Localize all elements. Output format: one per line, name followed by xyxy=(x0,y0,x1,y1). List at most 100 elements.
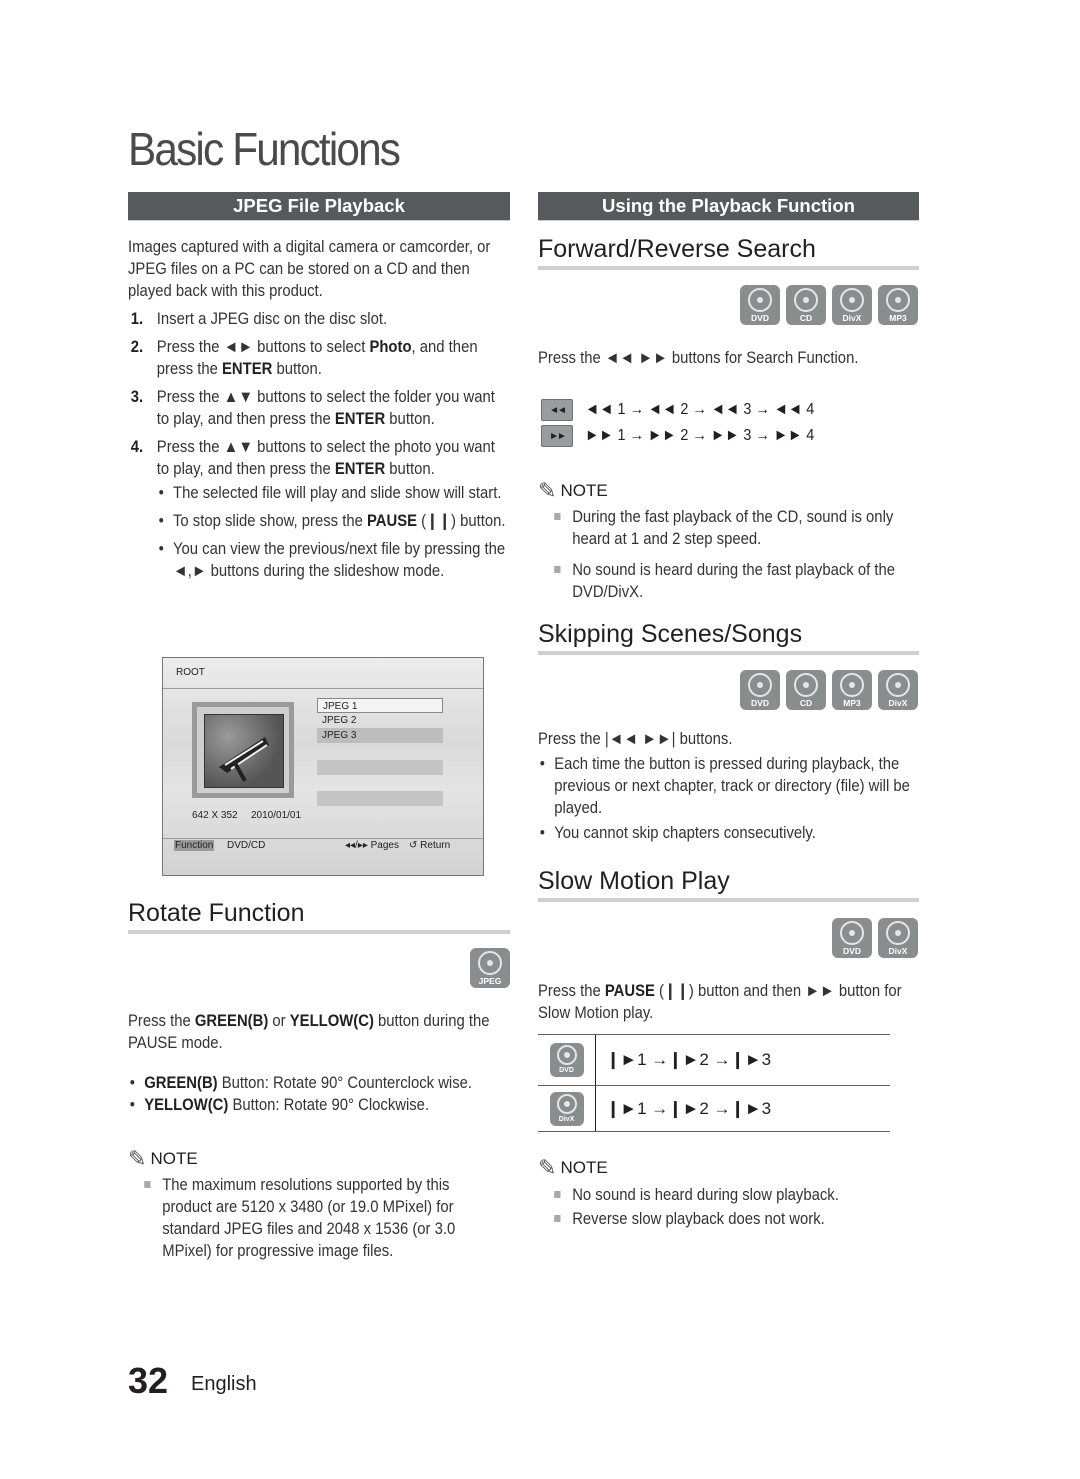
osd-empty-slot xyxy=(317,760,443,775)
forward-reverse-search-heading: Forward/Reverse Search xyxy=(538,234,919,270)
bullet-item: You cannot skip chapters consecutively. xyxy=(538,822,921,844)
skip-bullets: Each time the button is pressed during p… xyxy=(538,753,921,844)
osd-source-label: DVD/CD xyxy=(227,840,266,851)
bullet-item: GREEN(B) Button: Rotate 90° Counterclock… xyxy=(128,1072,515,1094)
step-item: 3. Press the ▲▼ buttons to select the fol… xyxy=(128,386,511,430)
bullet-item: Each time the button is pressed during p… xyxy=(538,753,921,819)
forward-speed-row: ►► ►► 1 → ►► 2 → ►► 3 → ►► 4 xyxy=(541,424,922,448)
bullet-bold: YELLOW(C) xyxy=(144,1096,229,1114)
bullet-bold: PAUSE xyxy=(366,512,418,530)
section-bar-playback-function: Using the Playback Function xyxy=(538,192,919,221)
slow-row-divx: DivX ❙►1 →❙►2 →❙►3 xyxy=(538,1086,890,1132)
page-title: Basic Functions xyxy=(128,123,401,175)
note-item: No sound is heard during the fast playba… xyxy=(538,559,921,603)
bullet-text: (❙❙) button. xyxy=(417,512,506,530)
bullet-text: Button: Rotate 90° Clockwise. xyxy=(228,1096,430,1114)
note-item: No sound is heard during slow playback. xyxy=(538,1184,921,1206)
osd-function-button[interactable]: Function xyxy=(174,840,215,851)
search-description: Press the ◄◄ ►► buttons for Search Funct… xyxy=(538,349,859,367)
divx-disc-icon: DivX xyxy=(832,285,872,325)
step-item: 2. Press the ◄► buttons to select Photo, … xyxy=(128,336,511,380)
osd-resolution: 642 X 352 xyxy=(192,810,238,821)
rotate-function-heading: Rotate Function xyxy=(128,898,510,934)
jpeg-browser-screen: ROOT JPEG 1 JPEG 2 JPEG 3 642 X 352 2010… xyxy=(162,657,484,876)
reverse-speed-sequence: ◄◄ 1 → ◄◄ 2 → ◄◄ 3 → ◄◄ 4 xyxy=(585,401,815,418)
osd-root-label: ROOT xyxy=(176,667,205,678)
jpeg-steps-list: 1. Insert a JPEG disc on the disc slot. 2… xyxy=(128,308,511,588)
yellow-button-label: YELLOW(C) xyxy=(289,1012,374,1030)
step-text: Press the ▲▼ buttons to select the photo… xyxy=(156,438,495,478)
slow-sequence: ❙►1 →❙►2 →❙►3 xyxy=(606,1050,772,1069)
step-bold: ENTER xyxy=(334,460,386,478)
note-item: Reverse slow playback does not work. xyxy=(538,1208,921,1230)
step4-bullets: The selected file will play and slide sh… xyxy=(157,482,511,582)
forward-speed-sequence: ►► 1 → ►► 2 → ►► 3 → ►► 4 xyxy=(585,427,815,444)
note-label: NOTE xyxy=(150,1149,198,1168)
step-text: button. xyxy=(385,410,435,428)
note-label: NOTE xyxy=(560,481,608,500)
osd-root-header: ROOT xyxy=(163,658,483,689)
bullet-text: Button: Rotate 90° Counterclock wise. xyxy=(217,1074,473,1092)
dvd-disc-icon: DVD xyxy=(832,918,872,958)
section-bar-jpeg-playback: JPEG File Playback xyxy=(128,192,510,221)
pencil-note-icon: ✎ xyxy=(538,478,557,503)
step-bold: Photo xyxy=(369,338,412,356)
osd-file-item[interactable]: JPEG 1 xyxy=(317,698,443,713)
osd-date: 2010/01/01 xyxy=(251,810,302,821)
osd-return-hint[interactable]: ↺ Return xyxy=(409,840,450,851)
mp3-disc-icon: MP3 xyxy=(878,285,918,325)
step-text: Insert a JPEG disc on the disc slot. xyxy=(156,310,388,328)
step-text: Press the ▲▼ buttons to select the folde… xyxy=(156,388,495,428)
bullet-item: The selected file will play and slide sh… xyxy=(157,482,511,504)
slow-notes: No sound is heard during slow playback. … xyxy=(538,1180,921,1230)
step-number: 2. xyxy=(130,338,144,356)
pause-button-label: PAUSE xyxy=(604,982,655,1000)
bullet-item: You can view the previous/next file by p… xyxy=(157,538,511,582)
rotate-bullets: GREEN(B) Button: Rotate 90° Counterclock… xyxy=(128,1072,515,1116)
jpeg-intro-text: Images captured with a digital camera or… xyxy=(128,238,491,300)
green-button-label: GREEN(B) xyxy=(194,1012,269,1030)
cd-disc-icon: CD xyxy=(786,670,826,710)
rotate-notes: The maximum resolutions supported by thi… xyxy=(128,1170,511,1262)
rotate-disc-icons: JPEG xyxy=(460,948,510,988)
fast-forward-button-icon: ►► xyxy=(541,425,573,447)
slow-note-header: ✎ NOTE xyxy=(538,1155,919,1181)
rewind-button-icon: ◄◄ xyxy=(541,399,573,421)
osd-footer-divider xyxy=(163,838,483,839)
rotate-desc-text: Press the xyxy=(128,1012,195,1030)
rotate-note-header: ✎ NOTE xyxy=(128,1146,510,1172)
dvd-disc-icon: DVD xyxy=(740,670,780,710)
page-language: English xyxy=(191,1373,257,1395)
bullet-item: YELLOW(C) Button: Rotate 90° Clockwise. xyxy=(128,1094,515,1116)
slow-disc-icons: DVD DivX xyxy=(820,918,918,958)
slow-desc-text: Press the xyxy=(538,982,605,1000)
slow-motion-heading: Slow Motion Play xyxy=(538,866,919,902)
osd-pages-hint[interactable]: ◂◂/▸▸ Pages xyxy=(345,840,399,851)
osd-file-item[interactable]: JPEG 3 xyxy=(317,728,443,743)
skip-disc-icons: DVD CD MP3 DivX xyxy=(730,670,918,710)
note-label: NOTE xyxy=(560,1158,608,1177)
note-item: The maximum resolutions supported by thi… xyxy=(128,1174,511,1262)
jpeg-disc-icon: JPEG xyxy=(470,948,510,988)
search-notes: During the fast playback of the CD, soun… xyxy=(538,502,921,603)
rotate-desc-text: or xyxy=(268,1012,290,1030)
pencil-note-icon: ✎ xyxy=(128,1146,147,1171)
mp3-disc-icon: MP3 xyxy=(832,670,872,710)
step-bold: ENTER xyxy=(334,410,386,428)
butterfly-thumbnail-image xyxy=(204,714,284,788)
search-note-header: ✎ NOTE xyxy=(538,478,919,504)
bullet-bold: GREEN(B) xyxy=(144,1074,218,1092)
bullet-text: To stop slide show, press the xyxy=(173,512,367,530)
osd-file-item[interactable]: JPEG 2 xyxy=(317,713,443,728)
osd-thumbnail-frame xyxy=(192,702,294,798)
bullet-item: To stop slide show, press the PAUSE (❙❙)… xyxy=(157,510,511,532)
note-item: During the fast playback of the CD, soun… xyxy=(538,506,921,550)
cd-disc-icon: CD xyxy=(786,285,826,325)
step-number: 4. xyxy=(130,438,144,456)
dvd-disc-icon: DVD xyxy=(549,1043,584,1077)
page-number: 32 xyxy=(128,1360,169,1401)
skipping-scenes-heading: Skipping Scenes/Songs xyxy=(538,619,919,655)
rotate-description: Press the GREEN(B) or YELLOW(C) button d… xyxy=(128,1010,511,1054)
search-speed-table: ◄◄ ◄◄ 1 → ◄◄ 2 → ◄◄ 3 → ◄◄ 4 ►► ►► 1 → ►… xyxy=(541,398,922,448)
slow-row-dvd: DVD ❙►1 →❙►2 →❙►3 xyxy=(538,1035,890,1086)
